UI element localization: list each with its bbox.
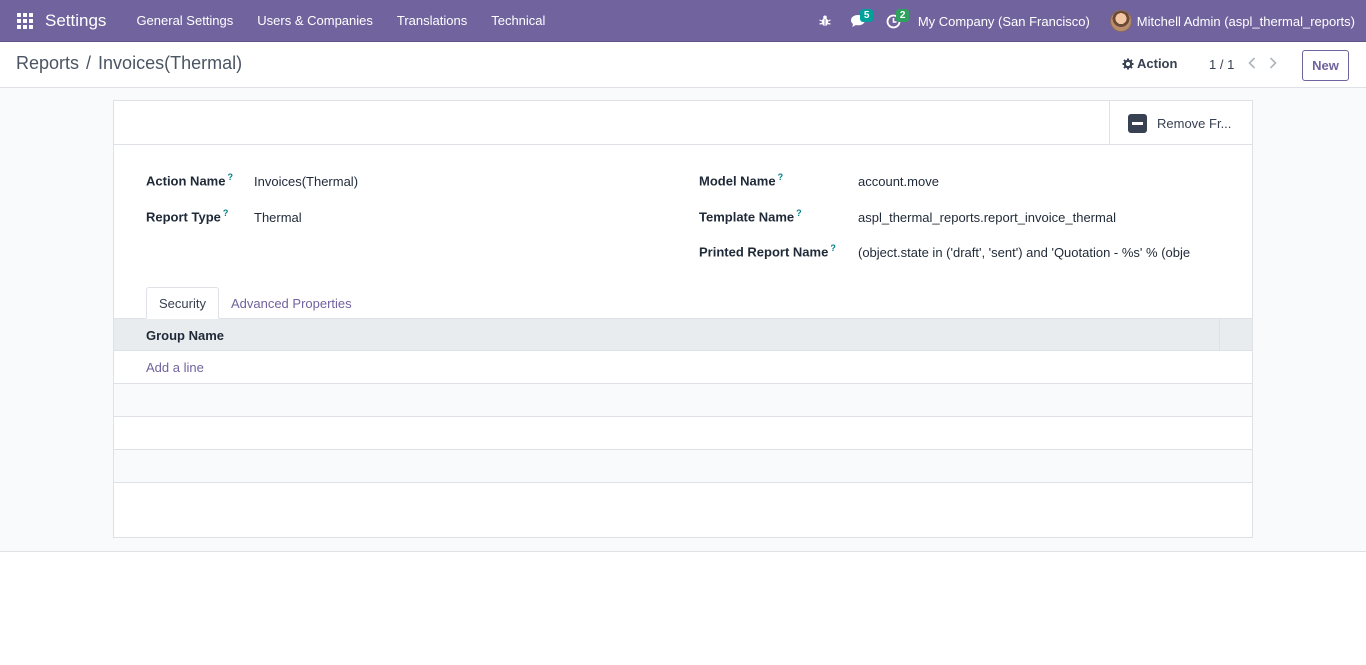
menu-general-settings[interactable]: General Settings bbox=[124, 0, 245, 41]
control-panel: Reports / Invoices(Thermal) Action 1 / 1… bbox=[0, 42, 1366, 88]
action-name-label: Action Name? bbox=[146, 172, 233, 189]
pager-next-icon[interactable] bbox=[1266, 55, 1280, 71]
gear-icon bbox=[1122, 58, 1134, 69]
notebook-tabs: Security Advanced Properties bbox=[146, 287, 364, 319]
user-menu[interactable]: Mitchell Admin (aspl_thermal_reports) bbox=[1100, 10, 1366, 32]
messages-icon[interactable]: 5 bbox=[841, 0, 877, 42]
button-box: Remove Fr... bbox=[114, 101, 1252, 145]
new-button[interactable]: New bbox=[1302, 50, 1349, 81]
printed-report-name-label: Printed Report Name? bbox=[699, 243, 836, 260]
groups-table-header: Group Name bbox=[114, 318, 1252, 351]
debug-bug-icon[interactable] bbox=[809, 0, 841, 42]
template-name-field[interactable]: aspl_thermal_reports.report_invoice_ther… bbox=[858, 210, 1116, 225]
tab-advanced-properties[interactable]: Advanced Properties bbox=[219, 287, 364, 319]
menu-technical[interactable]: Technical bbox=[479, 0, 557, 41]
user-name: Mitchell Admin (aspl_thermal_reports) bbox=[1136, 13, 1355, 29]
action-menu-button[interactable]: Action bbox=[1122, 56, 1177, 71]
printed-report-name-field[interactable]: (object.state in ('draft', 'sent') and '… bbox=[858, 245, 1196, 260]
optional-columns-toggle[interactable] bbox=[1219, 319, 1252, 350]
remove-button-label: Remove Fr... bbox=[1157, 115, 1232, 131]
report-type-field[interactable]: Thermal bbox=[254, 210, 302, 225]
help-tooltip-icon[interactable]: ? bbox=[223, 208, 229, 218]
menu-translations[interactable]: Translations bbox=[385, 0, 479, 41]
minus-square-icon bbox=[1128, 113, 1147, 133]
action-label: Action bbox=[1137, 56, 1178, 71]
top-navbar: Settings General Settings Users & Compan… bbox=[0, 0, 1366, 42]
table-row bbox=[114, 417, 1252, 450]
breadcrumb-separator: / bbox=[86, 53, 92, 73]
remove-from-print-menu-button[interactable]: Remove Fr... bbox=[1109, 101, 1252, 145]
menu-users-companies[interactable]: Users & Companies bbox=[245, 0, 385, 41]
page-title: Invoices(Thermal) bbox=[98, 53, 243, 73]
activities-clock-icon[interactable]: 2 bbox=[877, 0, 910, 42]
avatar bbox=[1109, 10, 1132, 32]
breadcrumb-reports-link[interactable]: Reports bbox=[16, 53, 79, 74]
template-name-label: Template Name? bbox=[699, 208, 802, 225]
table-row bbox=[114, 384, 1252, 417]
pager-value[interactable]: 1 / 1 bbox=[1209, 57, 1234, 72]
help-tooltip-icon[interactable]: ? bbox=[227, 172, 233, 182]
main-menu: General Settings Users & Companies Trans… bbox=[124, 0, 557, 41]
company-switcher[interactable]: My Company (San Francisco) bbox=[910, 14, 1100, 29]
messages-count-badge: 5 bbox=[859, 9, 874, 22]
help-tooltip-icon[interactable]: ? bbox=[796, 208, 802, 218]
app-menu-grid-icon[interactable] bbox=[17, 12, 33, 29]
breadcrumb: Reports / Invoices(Thermal) bbox=[16, 53, 242, 74]
table-row: Add a line bbox=[114, 351, 1252, 384]
add-line-link[interactable]: Add a line bbox=[146, 360, 204, 375]
tab-security[interactable]: Security bbox=[146, 287, 219, 319]
pager-previous-icon[interactable] bbox=[1245, 55, 1259, 71]
action-name-field[interactable]: Invoices(Thermal) bbox=[254, 174, 358, 189]
app-name[interactable]: Settings bbox=[45, 11, 106, 31]
report-type-label: Report Type? bbox=[146, 208, 229, 225]
table-row bbox=[114, 450, 1252, 483]
help-tooltip-icon[interactable]: ? bbox=[778, 172, 784, 182]
systray: 5 2 My Company (San Francisco) Mitchell … bbox=[809, 0, 1366, 42]
model-name-label: Model Name? bbox=[699, 172, 784, 189]
column-group-name[interactable]: Group Name bbox=[146, 328, 224, 343]
help-tooltip-icon[interactable]: ? bbox=[830, 243, 836, 253]
model-name-field[interactable]: account.move bbox=[858, 174, 939, 189]
activities-count-badge: 2 bbox=[895, 9, 910, 22]
form-sheet: Remove Fr... Action Name? Invoices(Therm… bbox=[113, 100, 1253, 538]
